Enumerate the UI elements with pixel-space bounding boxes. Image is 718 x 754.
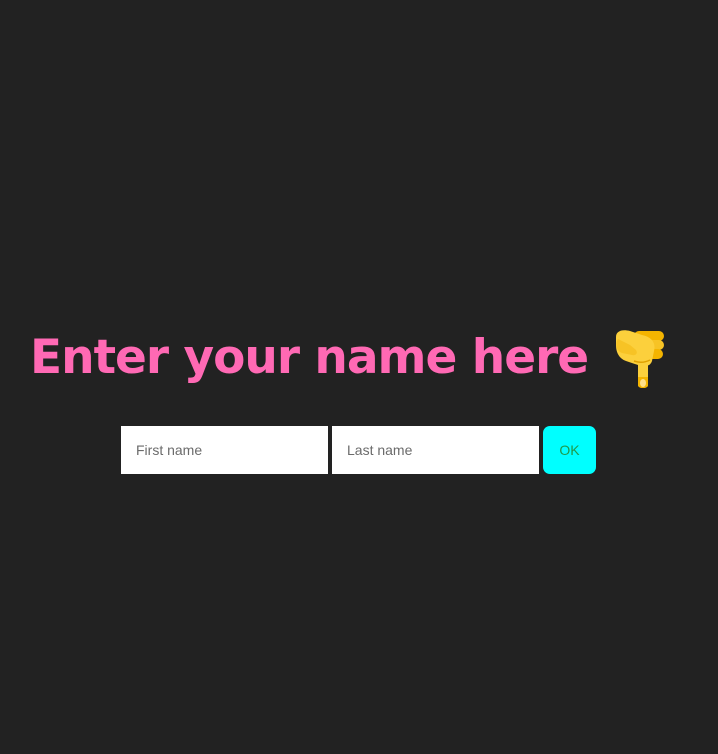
name-form: OK — [121, 426, 596, 474]
ok-button[interactable]: OK — [543, 426, 596, 474]
last-name-input[interactable] — [332, 426, 539, 474]
heading-text: Enter your name here — [30, 329, 589, 385]
page-heading: Enter your name here — [30, 322, 672, 392]
first-name-input[interactable] — [121, 426, 328, 474]
pointing-down-hand-icon — [612, 327, 672, 391]
page: Enter your name here First name Last nam… — [0, 0, 718, 754]
